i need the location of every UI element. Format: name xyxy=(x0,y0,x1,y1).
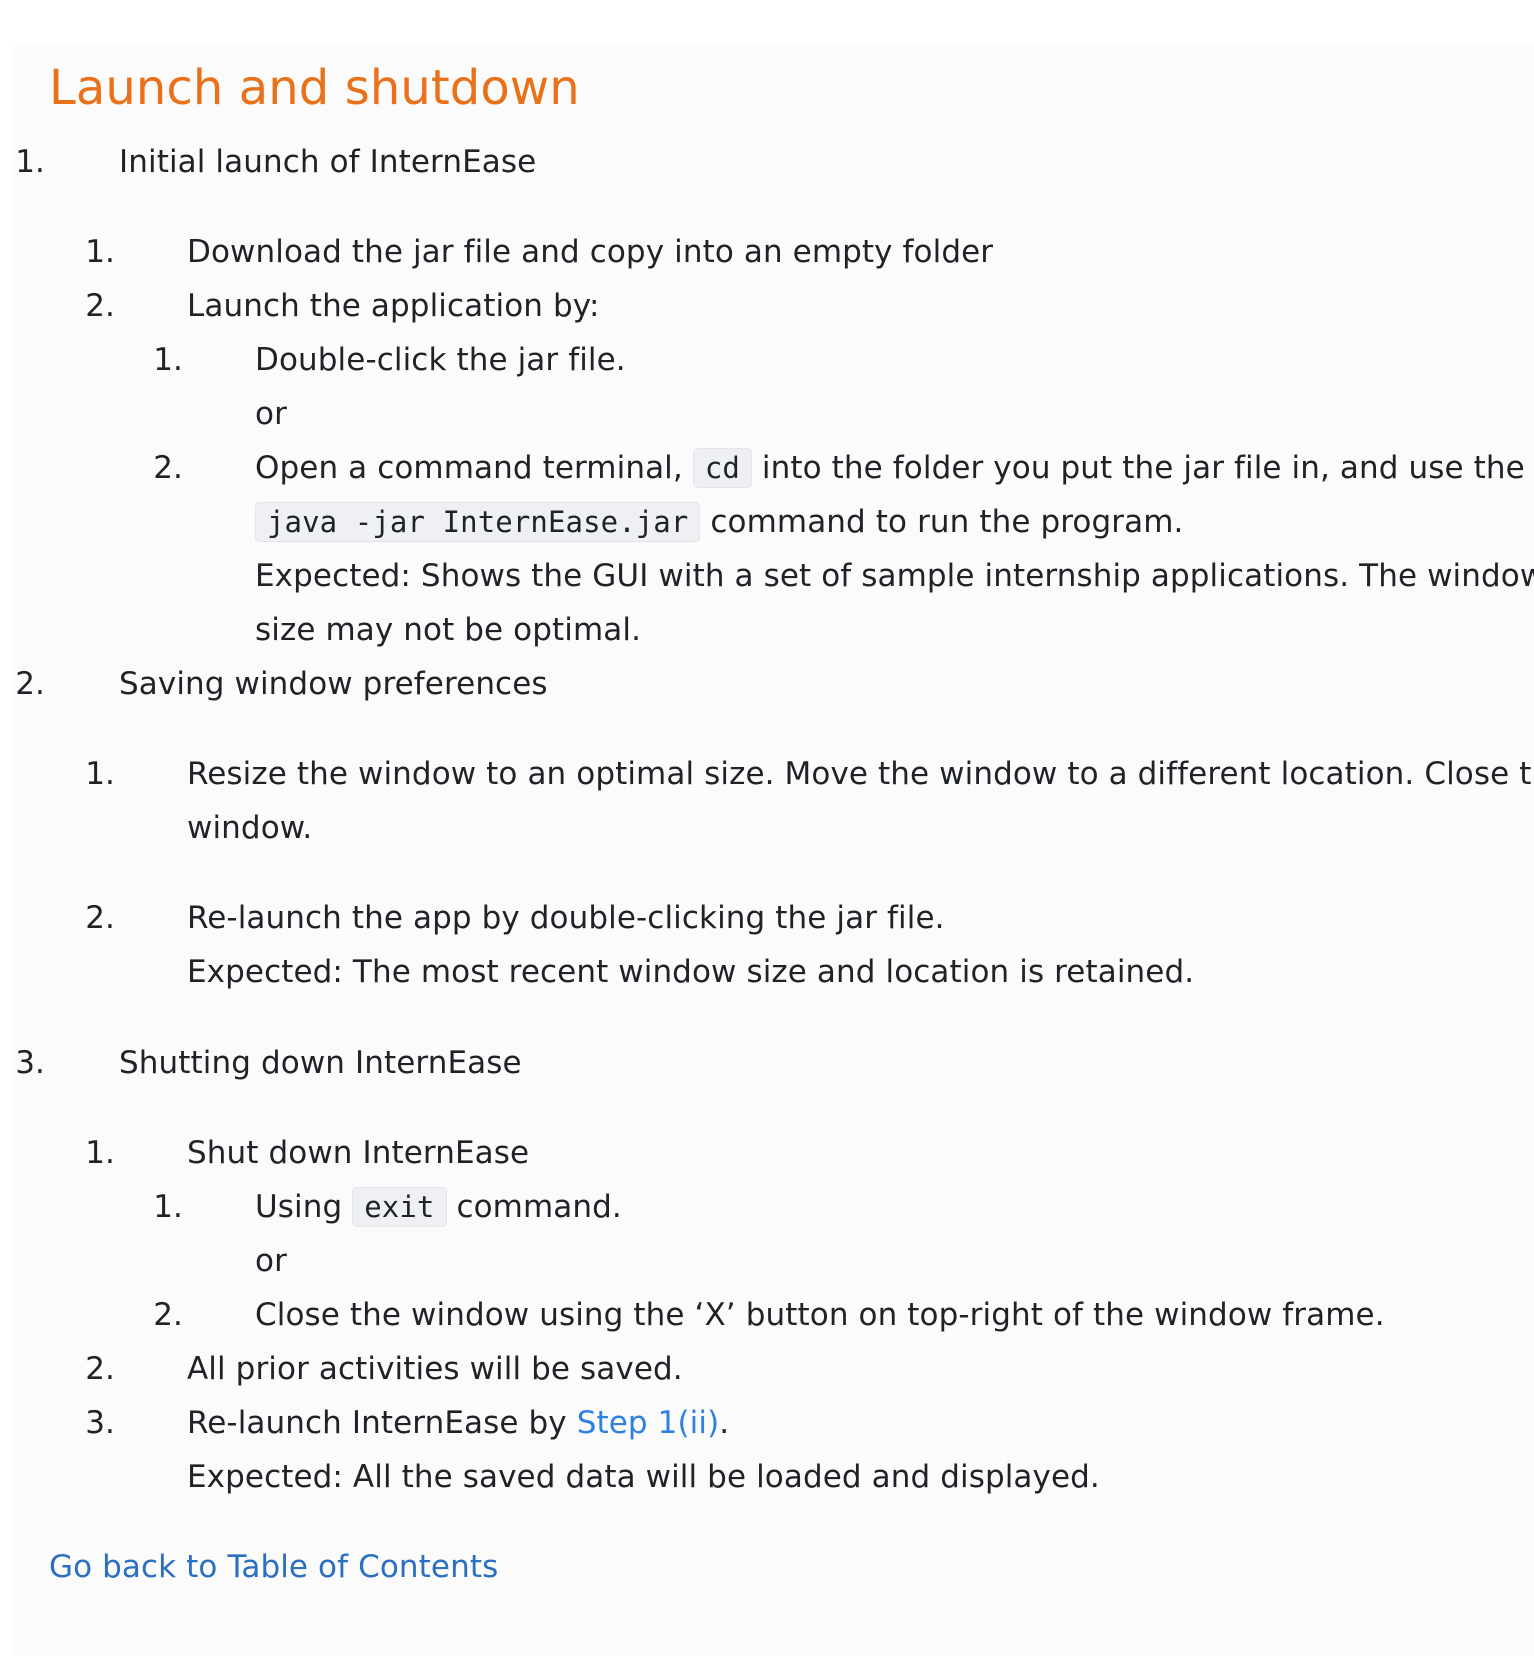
sub-list: 1. Shut down InternEase 1. Using exit co… xyxy=(85,1126,1534,1504)
step-text: Using xyxy=(255,1189,343,1225)
step-text: Re-launch InternEase by xyxy=(187,1405,567,1441)
step-text: into the folder you put the jar file in,… xyxy=(761,450,1525,486)
page-title: Launch and shutdown xyxy=(49,60,580,116)
content-panel: Launch and shutdown 1. Initial launch of… xyxy=(13,45,1534,1656)
list-number: 2. xyxy=(15,666,45,702)
section-label: Saving window preferences xyxy=(119,666,548,702)
sub-list: 1. Resize the window to an optimal size.… xyxy=(85,747,1534,999)
step-text: Resize the window to an optimal size. Mo… xyxy=(187,756,1534,792)
step-text: All prior activities will be saved. xyxy=(187,1351,683,1387)
main-list: 1. Initial launch of InternEase 1. Downl… xyxy=(15,135,1534,1504)
step-text: Re-launch the app by double-clicking the… xyxy=(187,900,945,936)
list-item-exit-command: 1. Using exit command. or xyxy=(153,1180,1534,1288)
list-item-window-preferences: 2. Saving window preferences 1. Resize t… xyxy=(15,657,1534,999)
step-text: Double-click the jar file. xyxy=(255,342,626,378)
document-body: Launch and shutdown 1. Initial launch of… xyxy=(15,45,1534,1594)
list-item-shutting-down: 3. Shutting down InternEase 1. Shut down… xyxy=(15,1036,1534,1504)
list-item-close-window: 2. Close the window using the ‘X’ button… xyxy=(153,1288,1534,1342)
code-java-jar: java -jar InternEase.jar xyxy=(255,502,701,542)
list-number: 1. xyxy=(85,756,115,792)
list-number: 1. xyxy=(15,144,45,180)
or-text: or xyxy=(255,396,287,432)
sub-sub-list: 1. Using exit command. or 2. Close the w… xyxy=(153,1180,1534,1342)
step-text: Download the jar file and copy into an e… xyxy=(187,234,994,270)
step-text: command to run the program. xyxy=(710,504,1184,540)
list-number: 2. xyxy=(153,450,183,486)
section-label: Shutting down InternEase xyxy=(119,1045,522,1081)
list-number: 2. xyxy=(85,1351,115,1387)
expected-text: Expected: All the saved data will be loa… xyxy=(187,1459,1100,1495)
expected-text: Expected: The most recent window size an… xyxy=(187,954,1195,990)
list-item-saved: 2. All prior activities will be saved. xyxy=(85,1342,1534,1396)
expected-text: Expected: Shows the GUI with a set of sa… xyxy=(255,558,1534,594)
list-number: 1. xyxy=(85,1135,115,1171)
list-item-download: 1. Download the jar file and copy into a… xyxy=(85,225,1534,279)
list-number: 1. xyxy=(153,1189,183,1225)
or-text: or xyxy=(255,1243,287,1279)
list-number: 1. xyxy=(153,342,183,378)
list-item-initial-launch: 1. Initial launch of InternEase 1. Downl… xyxy=(15,135,1534,657)
list-number: 2. xyxy=(85,900,115,936)
step-link[interactable]: Step 1(ii) xyxy=(577,1405,720,1441)
list-item-shut-down: 1. Shut down InternEase 1. Using exit co… xyxy=(85,1126,1534,1342)
command-line: java -jar InternEase.jar command to run … xyxy=(255,495,1534,549)
step-text: Close the window using the ‘X’ button on… xyxy=(255,1297,1385,1333)
step-text: command. xyxy=(456,1189,622,1225)
expected-text: size may not be optimal. xyxy=(255,612,642,648)
list-number: 3. xyxy=(15,1045,45,1081)
section-label: Initial launch of InternEase xyxy=(119,144,537,180)
list-item-relaunch: 2. Re-launch the app by double-clicking … xyxy=(85,891,1534,999)
back-to-toc-link[interactable]: Go back to Table of Contents xyxy=(49,1540,1534,1594)
step-text: Open a command terminal, xyxy=(255,450,683,486)
list-item-command-terminal: 2. Open a command terminal, cd into the … xyxy=(153,441,1534,657)
list-number: 3. xyxy=(85,1405,115,1441)
code-cd: cd xyxy=(692,448,752,488)
sub-sub-list: 1. Double-click the jar file. or 2. Open… xyxy=(153,333,1534,657)
code-exit: exit xyxy=(352,1187,447,1227)
list-item-double-click: 1. Double-click the jar file. or xyxy=(153,333,1534,441)
list-number: 2. xyxy=(85,288,115,324)
list-item-launch: 2. Launch the application by: 1. Double-… xyxy=(85,279,1534,657)
step-text: . xyxy=(719,1405,730,1441)
sub-list: 1. Download the jar file and copy into a… xyxy=(85,225,1534,657)
list-number: 1. xyxy=(85,234,115,270)
step-text: Shut down InternEase xyxy=(187,1135,530,1171)
step-text: Launch the application by: xyxy=(187,288,600,324)
list-number: 2. xyxy=(153,1297,183,1333)
step-text: window. xyxy=(187,810,313,846)
list-item-relaunch-internease: 3. Re-launch InternEase by Step 1(ii). E… xyxy=(85,1396,1534,1504)
list-item-resize: 1. Resize the window to an optimal size.… xyxy=(85,747,1534,855)
